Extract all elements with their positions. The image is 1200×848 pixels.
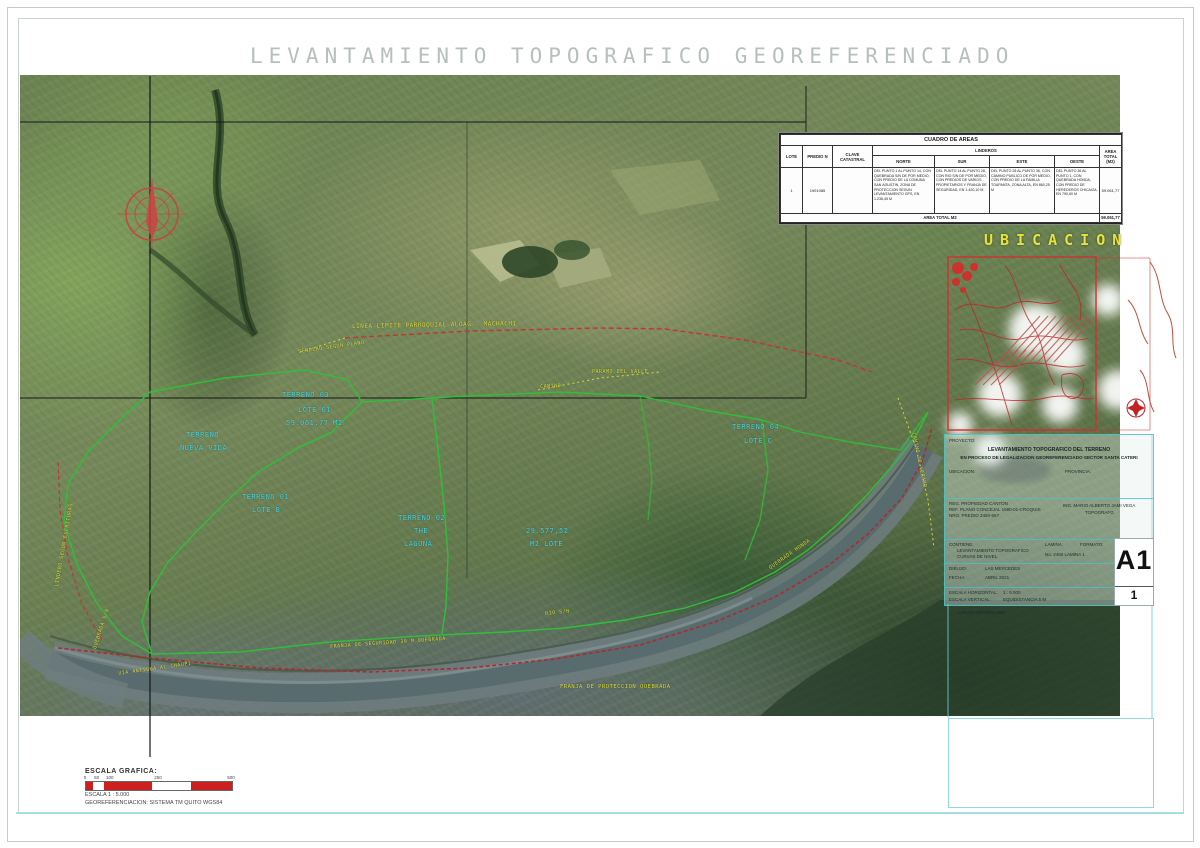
proyecto-line1: LEVANTAMIENTO TOPOGRAFICO DEL TERRENO	[945, 447, 1153, 453]
cell-area: 59.061,77	[1100, 168, 1122, 214]
scale-bar	[85, 781, 233, 791]
col-oeste: OESTE	[1055, 155, 1100, 167]
ubicacion-field-label: UBICACION:	[949, 469, 975, 474]
cell-norte: DEL PUNTO 1 AL PUNTO 14, CON QUEBRADA S/…	[873, 168, 935, 214]
col-lote: LOTE	[781, 146, 803, 168]
scale-tick: 500	[227, 775, 235, 780]
sheet-format-panel: A1 1	[1114, 538, 1154, 606]
lamina-label: LAMINA:	[1045, 542, 1063, 547]
proyecto-line2: EN PROCESO DE LEGALIZACION GEOREFERENCIA…	[945, 455, 1153, 460]
formato-label: FORMATO:	[1080, 542, 1103, 547]
dibujo-value: LAS MERCEDES	[985, 566, 1020, 571]
scale-tick: 100	[106, 775, 114, 780]
escala-v-label: ESCALA VERTICAL:	[949, 597, 991, 602]
col-predio: PREDIO N	[803, 146, 833, 168]
col-norte: NORTE	[873, 155, 935, 167]
contiene-line2: CURVAS DE NIVEL	[957, 554, 997, 559]
ref-line3: NRO. PREDIO 2460-657	[949, 513, 999, 518]
col-linderos: LINDEROS	[873, 146, 1100, 155]
inset-compass-icon	[1127, 399, 1145, 417]
format-divider	[1115, 586, 1153, 587]
resp-line2: TOPOGRAFO	[1085, 510, 1114, 515]
escala-h-label: ESCALA HORIZONTAL:	[949, 590, 998, 595]
proyecto-label: PROYECTO:	[949, 438, 975, 443]
scale-tick: 0	[84, 775, 87, 780]
contiene-line1: LEVANTAMIENTO TOPOGRAFICO	[957, 548, 1029, 553]
col-este: ESTE	[990, 155, 1055, 167]
scale-ratio-line: ESCALA 1 : 5.000	[85, 791, 325, 799]
fecha-label: FECHA:	[949, 575, 966, 580]
areas-table-title: CUADRO DE AREAS	[781, 135, 1122, 146]
scale-label: ESCALA GRAFICA:	[85, 768, 325, 775]
col-clave: CLAVE CATASTRAL	[833, 146, 873, 168]
graphic-scale: ESCALA GRAFICA: 0 50 100 250 500 ESCALA 1 : …	[85, 768, 325, 808]
resp-line1: ING. MARIO ALBERTO JAMI VEGA	[1063, 503, 1135, 508]
total-label: AREA TOTAL M2	[781, 213, 1100, 222]
areas-table: CUADRO DE AREAS LOTE PREDIO N CLAVE CATA…	[779, 133, 1122, 224]
ref-line2: REF. PLANO CONCEJAL 1980-01-CROQUIS	[949, 507, 1041, 512]
georef-line: GEOREFERENCIACION: SISTEMA TM QUITO WGS8…	[85, 799, 325, 807]
sheet-bottom-cyan-line	[16, 812, 1184, 814]
cell-lote: 1	[781, 168, 803, 214]
cell-sur: DEL PUNTO 14 AL PUNTO 28, CON RIO S/N DE…	[935, 168, 990, 214]
escala-v-value: EQUIDISTANCIA 5 M	[1003, 597, 1046, 602]
total-value: 59.061,77	[1100, 213, 1122, 222]
lamina-value: No. 2460 LAMINA 1	[1045, 552, 1085, 557]
contiene-label: CONTIENE:	[949, 542, 974, 547]
cell-este: DEL PUNTO 28 AL PUNTO 36, CON CAMINO PUB…	[990, 168, 1055, 214]
col-sur: SUR	[935, 155, 990, 167]
scale-tick: 250	[154, 775, 162, 780]
ubicacion-title: UBICACION	[984, 231, 1128, 249]
escala-h-value: 1 : 5.000	[1003, 590, 1021, 595]
cell-clave	[833, 168, 873, 214]
cell-oeste: DEL PUNTO 36 AL PUNTO 1, CON QUEBRADA HO…	[1055, 168, 1100, 214]
fecha-value: ABRIL 2021	[985, 575, 1009, 580]
lugar-aprobacion-label: LUGAR APROBACION:	[958, 610, 1006, 615]
sheet-size: A1	[1115, 545, 1153, 576]
ref-line1: REG. PROPIEDAD CANTON	[949, 501, 1008, 506]
sheet-number: 1	[1115, 588, 1153, 602]
plan-sheet: LEVANTAMIENTO TOPOGRAFICO GEOREFERENCIAD…	[0, 0, 1200, 848]
dibujo-label: DIBUJO:	[949, 566, 967, 571]
scale-tick: 50	[94, 775, 99, 780]
col-area: AREA TOTAL (M2)	[1100, 146, 1122, 168]
cell-predio: 1901085	[803, 168, 833, 214]
page-title: LEVANTAMIENTO TOPOGRAFICO GEOREFERENCIAD…	[250, 44, 950, 68]
provincia-field-label: PROVINCIA:	[1065, 469, 1091, 474]
notes-box	[948, 718, 1154, 808]
